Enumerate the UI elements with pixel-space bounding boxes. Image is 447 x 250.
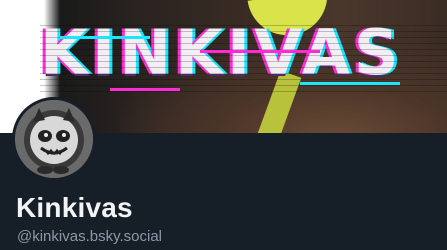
glitch-line <box>60 36 150 39</box>
avatar[interactable] <box>12 97 96 181</box>
glitch-line <box>300 82 400 85</box>
banner-logo-text: KINKIVAS <box>40 16 403 89</box>
cat-mascot-icon <box>15 100 93 178</box>
display-name: Kinkivas <box>16 192 133 223</box>
glitch-line <box>110 88 180 91</box>
profile-handle[interactable]: @kinkivas.bsky.social <box>17 228 162 245</box>
glitch-line <box>200 50 320 53</box>
